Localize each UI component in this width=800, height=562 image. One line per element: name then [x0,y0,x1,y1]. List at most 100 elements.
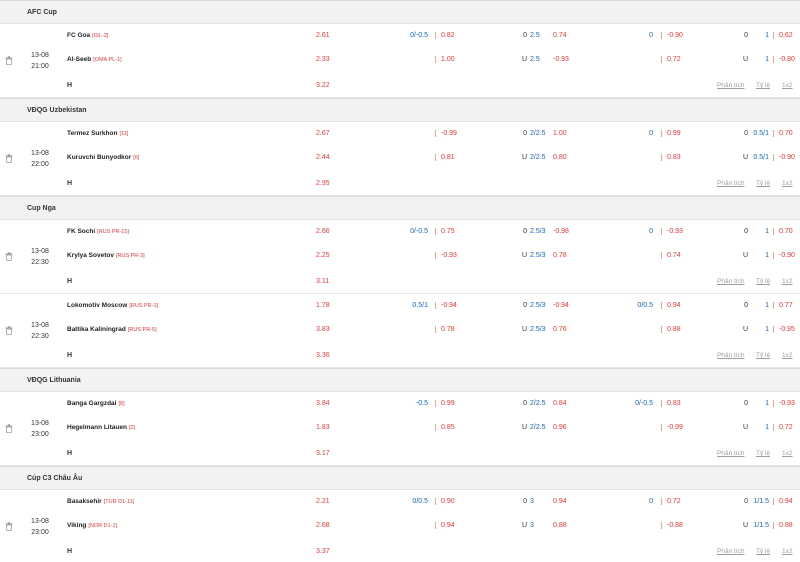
analysis-link[interactable]: Phân tích [717,352,744,359]
half-handicap-odds[interactable]: 0.99 [661,130,681,137]
trash-icon[interactable] [5,522,13,531]
home-team-name[interactable]: Banga Gargzdai [8] [67,400,125,407]
x12-link[interactable]: 1x2 [782,548,792,555]
away-win-odds[interactable]: 2.44 [316,154,330,161]
away-team-name[interactable]: Hegelmann Litauen [2] [67,424,135,431]
half-ou-odds[interactable]: 0.70 [773,228,793,235]
home-win-odds[interactable]: 2.61 [316,32,330,39]
draw-odds[interactable]: 3.36 [316,352,330,359]
away-team-name[interactable]: Al-Seeb [OMA PL-1] [67,56,122,63]
handicap-odds[interactable]: 0.78 [435,326,455,333]
trash-icon[interactable] [5,56,13,65]
home-team-name[interactable]: Basaksehir [TUR D1-11] [67,498,134,505]
half-handicap-odds[interactable]: 0.94 [661,302,681,309]
half-ou-odds[interactable]: -0.95 [773,326,795,333]
odds-link[interactable]: Tỷ lệ [756,548,770,555]
away-win-odds[interactable]: 3.83 [316,326,330,333]
trash-icon[interactable] [5,154,13,163]
analysis-link[interactable]: Phân tích [717,180,744,187]
half-ou-odds[interactable]: 0.88 [773,522,793,529]
handicap-odds[interactable]: 1.00 [435,56,455,63]
ou-odds[interactable]: 0.96 [553,424,567,431]
ou-odds[interactable]: 1.00 [553,130,567,137]
odds-link[interactable]: Tỷ lệ [756,450,770,457]
half-ou-odds[interactable]: -0.90 [773,252,795,259]
away-team-name[interactable]: Baltika Kaliningrad [RUS PR-5] [67,326,157,333]
home-team-name[interactable]: Lokomotiv Moscow [RUS PR-1] [67,302,158,309]
half-handicap-odds[interactable]: -0.88 [661,522,683,529]
home-win-odds[interactable]: 3.84 [316,400,330,407]
away-team-name[interactable]: Krylya Sovetov [RUS PR-3] [67,252,145,259]
handicap-odds[interactable]: 0.85 [435,424,455,431]
half-handicap-odds[interactable]: 0.88 [661,326,681,333]
ou-odds[interactable]: 0.94 [553,498,567,505]
odds-link[interactable]: Tỷ lệ [756,352,770,359]
half-ou-odds[interactable]: -0.80 [773,56,795,63]
ou-odds[interactable]: 0.88 [553,522,567,529]
analysis-link[interactable]: Phân tích [717,278,744,285]
half-ou-odds[interactable]: 0.72 [773,424,793,431]
half-handicap-odds[interactable]: 0.74 [661,252,681,259]
away-win-odds[interactable]: 2.33 [316,56,330,63]
ou-odds[interactable]: 0.84 [553,400,567,407]
half-handicap-odds[interactable]: 0.83 [661,400,681,407]
away-win-odds[interactable]: 2.68 [316,522,330,529]
half-ou-odds[interactable]: 0.62 [773,32,793,39]
away-team-name[interactable]: Viking [NOR D1-1] [67,522,117,529]
x12-link[interactable]: 1x2 [782,180,792,187]
ou-odds[interactable]: 0.78 [553,252,567,259]
analysis-link[interactable]: Phân tích [717,82,744,89]
half-ou-odds[interactable]: 0.70 [773,130,793,137]
home-team-name[interactable]: FK Sochi [RUS PR-15] [67,228,129,235]
half-ou-odds[interactable]: -0.93 [773,400,795,407]
handicap-odds[interactable]: -0.93 [435,252,457,259]
half-handicap-odds[interactable]: 0.72 [661,498,681,505]
ou-odds[interactable]: 0.76 [553,326,567,333]
odds-link[interactable]: Tỷ lệ [756,82,770,89]
draw-odds[interactable]: 3.37 [316,548,330,555]
half-handicap-odds[interactable]: 0.72 [661,56,681,63]
home-team-name[interactable]: Termez Surkhon [11] [67,130,128,137]
handicap-odds[interactable]: 0.82 [435,32,455,39]
x12-link[interactable]: 1x2 [782,278,792,285]
x12-link[interactable]: 1x2 [782,352,792,359]
trash-icon[interactable] [5,252,13,261]
away-win-odds[interactable]: 2.25 [316,252,330,259]
draw-odds[interactable]: 3.11 [316,278,329,285]
draw-odds[interactable]: 2.95 [316,180,330,187]
handicap-odds[interactable]: 0.75 [435,228,455,235]
draw-odds[interactable]: 3.22 [316,82,330,89]
home-team-name[interactable]: FC Goa [ISL-2] [67,32,108,39]
home-win-odds[interactable]: 2.66 [316,228,330,235]
analysis-link[interactable]: Phân tích [717,450,744,457]
trash-icon[interactable] [5,424,13,433]
handicap-odds[interactable]: 0.99 [435,400,455,407]
odds-link[interactable]: Tỷ lệ [756,278,770,285]
half-handicap-odds[interactable]: 0.83 [661,154,681,161]
half-ou-odds[interactable]: -0.90 [773,154,795,161]
half-handicap-odds[interactable]: -0.90 [661,32,683,39]
handicap-odds[interactable]: 0.90 [435,498,455,505]
odds-link[interactable]: Tỷ lệ [756,180,770,187]
handicap-odds[interactable]: -0.94 [435,302,457,309]
away-win-odds[interactable]: 1.83 [316,424,330,431]
trash-icon[interactable] [5,326,13,335]
handicap-odds[interactable]: 0.94 [435,522,455,529]
home-win-odds[interactable]: 1.78 [316,302,330,309]
home-win-odds[interactable]: 2.67 [316,130,330,137]
draw-odds[interactable]: 3.17 [316,450,330,457]
half-ou-odds[interactable]: 0.94 [773,498,793,505]
ou-odds[interactable]: -0.98 [553,228,569,235]
x12-link[interactable]: 1x2 [782,450,792,457]
half-handicap-odds[interactable]: -0.93 [661,228,683,235]
home-win-odds[interactable]: 2.21 [316,498,330,505]
ou-odds[interactable]: 0.80 [553,154,567,161]
handicap-odds[interactable]: 0.81 [435,154,455,161]
analysis-link[interactable]: Phân tích [717,548,744,555]
ou-odds[interactable]: -0.93 [553,56,569,63]
ou-odds[interactable]: 0.74 [553,32,567,39]
handicap-odds[interactable]: -0.99 [435,130,457,137]
half-ou-odds[interactable]: 0.77 [773,302,793,309]
ou-odds[interactable]: -0.94 [553,302,569,309]
away-team-name[interactable]: Kuruvchi Bunyodkor [6] [67,154,139,161]
